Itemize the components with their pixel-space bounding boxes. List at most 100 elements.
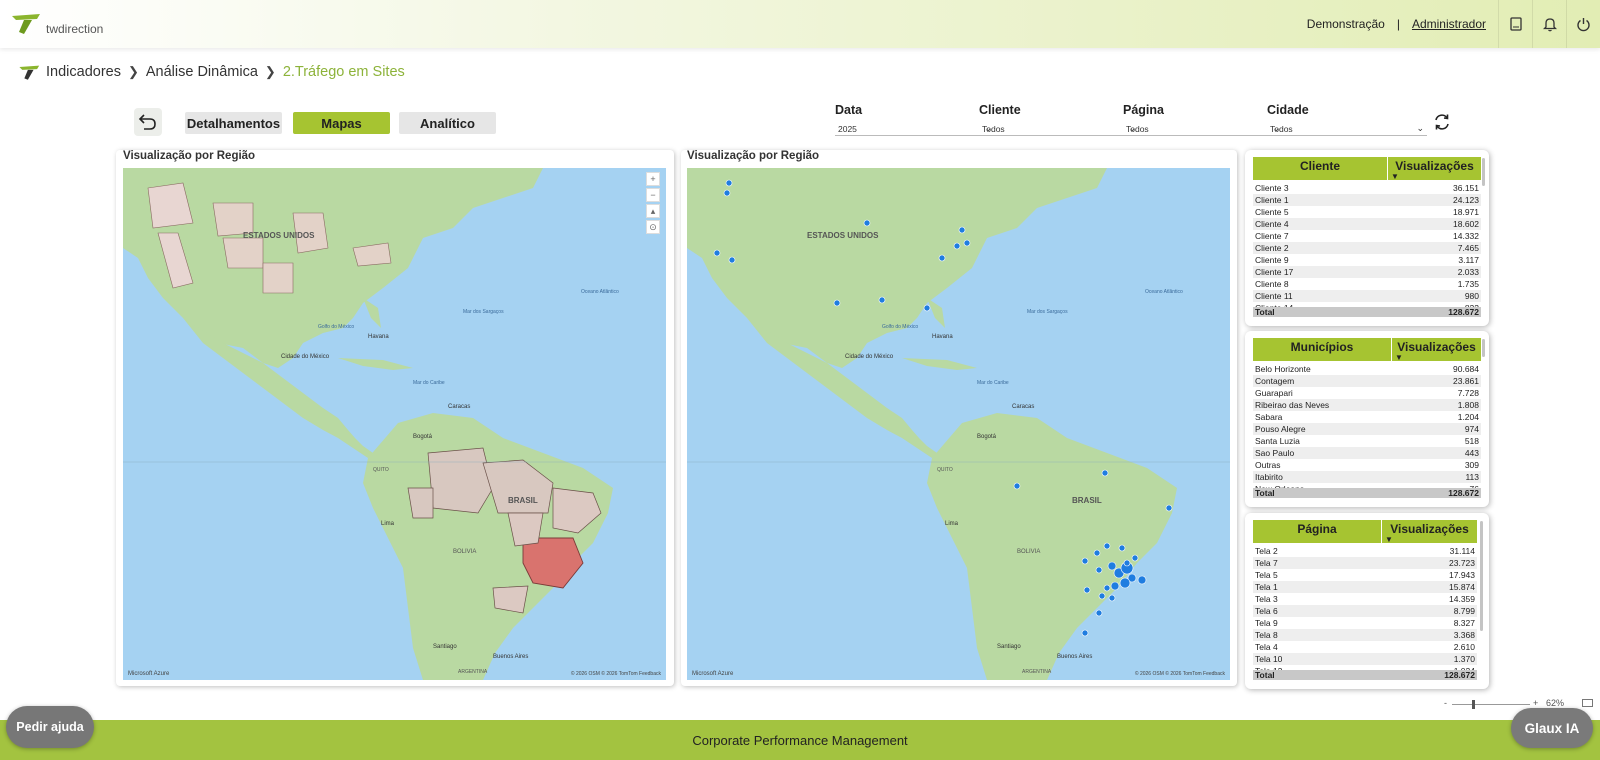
column-header-cliente[interactable]: Cliente — [1253, 157, 1387, 180]
tab-mapas[interactable]: Mapas — [293, 112, 390, 134]
zoom-in-button[interactable]: + — [646, 172, 660, 186]
table-row[interactable]: Cliente 3 36.151 — [1253, 182, 1481, 194]
zoom-track[interactable] — [1452, 704, 1530, 705]
table-row[interactable]: Sao Paulo 443 — [1253, 447, 1481, 459]
table-row[interactable]: Cliente 11 980 — [1253, 290, 1481, 302]
table-row[interactable]: Pouso Alegre 974 — [1253, 423, 1481, 435]
table-row[interactable]: Cliente 8 1.735 — [1253, 278, 1481, 290]
total-label: Total — [1255, 488, 1275, 498]
cell-label: Cliente 17 — [1255, 267, 1294, 277]
label-quito: QUITO — [373, 467, 389, 473]
power-icon[interactable] — [1566, 0, 1600, 48]
table-row[interactable]: Cliente 1 24.123 — [1253, 194, 1481, 206]
breadcrumb-item-analise[interactable]: Análise Dinâmica — [146, 64, 258, 80]
total-label: Total — [1255, 307, 1275, 317]
cell-label: Tela 5 — [1255, 570, 1278, 580]
table-scrollbar[interactable] — [1480, 521, 1483, 631]
table-row[interactable]: Contagem 23.861 — [1253, 375, 1481, 387]
table-row[interactable]: Cliente 5 18.971 — [1253, 206, 1481, 218]
filter-pagina-value: Todos — [1126, 123, 1149, 134]
book-icon[interactable] — [1498, 0, 1532, 48]
label-atlantic: Oceano Atlântico — [581, 289, 619, 295]
cell-value: 443 — [1464, 448, 1479, 458]
table-row[interactable]: Tela 7 23.723 — [1253, 557, 1477, 569]
refresh-icon[interactable] — [1432, 112, 1452, 132]
table-row[interactable]: Cliente 7 14.332 — [1253, 230, 1481, 242]
cell-label: Cliente 11 — [1255, 291, 1293, 301]
table-scrollbar[interactable] — [1482, 158, 1485, 186]
breadcrumb-item-indicadores[interactable]: Indicadores — [46, 64, 121, 80]
table-row[interactable]: Cliente 4 18.602 — [1253, 218, 1481, 230]
table-row[interactable]: Sabara 1.204 — [1253, 411, 1481, 423]
map-panel-right: Visualização por Região ESTADOS UNIDOS B… — [681, 150, 1237, 686]
back-button[interactable] — [134, 108, 162, 136]
cell-label: Tela 10 — [1255, 654, 1283, 664]
filter-data-select[interactable]: 2025 ⌄ — [835, 122, 995, 136]
table-row[interactable]: Outras 309 — [1253, 459, 1481, 471]
help-button[interactable]: Pedir ajuda — [6, 706, 94, 748]
filter-cidade-value: Todos — [1270, 123, 1293, 134]
table-row[interactable]: Tela 6 8.799 — [1253, 605, 1477, 617]
column-header-pagina[interactable]: Página — [1253, 520, 1381, 543]
tab-analitico[interactable]: Analítico — [399, 112, 496, 134]
zoom-out-button[interactable]: - — [1444, 698, 1447, 708]
column-header-municipios[interactable]: Municípios — [1253, 338, 1391, 361]
logo-mark-icon — [10, 10, 44, 36]
cell-label: Sabara — [1255, 412, 1283, 422]
fit-page-icon[interactable] — [1582, 699, 1593, 707]
column-header-visualizacoes[interactable]: Visualizações ▼ — [1381, 520, 1477, 544]
label-santiago-right: Santiago — [997, 644, 1021, 650]
ai-assistant-button[interactable]: Glaux IA — [1511, 708, 1593, 748]
zoom-out-button[interactable]: − — [646, 188, 660, 202]
table-row[interactable]: Cliente 17 2.033 — [1253, 266, 1481, 278]
table-scrollbar[interactable] — [1482, 339, 1485, 357]
filter-pagina-select[interactable]: Todos ⌄ — [1123, 122, 1283, 136]
brand-name: twdirection — [46, 22, 104, 36]
brand-logo[interactable]: twdirection — [10, 10, 103, 36]
user-link[interactable]: Administrador — [1412, 17, 1486, 31]
pitch-button[interactable]: ▴ — [646, 204, 660, 218]
table-row[interactable]: Tela 2 31.114 — [1253, 545, 1477, 557]
map-provider-logo: Microsoft Azure — [692, 671, 734, 677]
map-copyright[interactable]: © 2026 OSM © 2026 TomTom Feedback — [571, 671, 661, 677]
column-header-visualizacoes[interactable]: Visualizações ▼ — [1387, 157, 1481, 181]
compass-button[interactable]: ⊙ — [646, 220, 660, 234]
filter-cliente-label: Cliente — [979, 103, 1021, 117]
cell-value: 7.465 — [1457, 243, 1479, 253]
filter-cliente-select[interactable]: Todos ⌄ — [979, 122, 1139, 136]
map-copyright[interactable]: © 2026 OSM © 2026 TomTom Feedback — [1135, 671, 1225, 677]
map-left[interactable]: ESTADOS UNIDOS BRASIL Cidade do México H… — [123, 168, 666, 680]
bell-icon[interactable] — [1532, 0, 1566, 48]
table-row[interactable]: Ribeirao das Neves 1.808 — [1253, 399, 1481, 411]
table-row[interactable]: Guarapari 7.728 — [1253, 387, 1481, 399]
table-row[interactable]: Tela 3 14.359 — [1253, 593, 1477, 605]
cell-label: Cliente 1 — [1255, 195, 1289, 205]
table-row[interactable]: Tela 4 2.610 — [1253, 641, 1477, 653]
tab-detalhamentos[interactable]: Detalhamentos — [185, 112, 282, 134]
label-caracas-right: Caracas — [1012, 404, 1034, 410]
cell-label: Belo Horizonte — [1255, 364, 1311, 374]
table-row[interactable]: Tela 8 3.368 — [1253, 629, 1477, 641]
map-right[interactable]: ESTADOS UNIDOS BRASIL Cidade do México H… — [687, 168, 1230, 680]
table-row[interactable]: Belo Horizonte 90.684 — [1253, 363, 1481, 375]
table-row[interactable]: Tela 10 1.370 — [1253, 653, 1477, 665]
table-row[interactable]: Tela 1 15.874 — [1253, 581, 1477, 593]
label-caribbean: Mar do Caribe — [413, 380, 445, 386]
table-row[interactable]: Itabirito 113 — [1253, 471, 1481, 483]
filter-cidade-select[interactable]: Todos ⌄ — [1267, 122, 1427, 136]
table-row[interactable]: Santa Luzia 518 — [1253, 435, 1481, 447]
chevron-down-icon: ⌄ — [1416, 123, 1424, 133]
table-row[interactable]: Tela 5 17.943 — [1253, 569, 1477, 581]
table-row[interactable]: Cliente 2 7.465 — [1253, 242, 1481, 254]
label-gulf-right: Golfo do México — [882, 324, 918, 330]
undo-arrow-icon — [138, 114, 156, 130]
zoom-in-button[interactable]: + — [1533, 698, 1538, 708]
map-zoom-controls: + − ▴ ⊙ — [646, 172, 660, 236]
column-header-visualizacoes[interactable]: Visualizações ▼ — [1391, 338, 1481, 362]
table-row[interactable]: Cliente 9 3.117 — [1253, 254, 1481, 266]
table-row[interactable]: Tela 9 8.327 — [1253, 617, 1477, 629]
cell-value: 23.723 — [1449, 558, 1475, 568]
cell-label: Outras — [1255, 460, 1281, 470]
zoom-thumb[interactable] — [1472, 700, 1475, 709]
cell-label: Tela 1 — [1255, 582, 1278, 592]
